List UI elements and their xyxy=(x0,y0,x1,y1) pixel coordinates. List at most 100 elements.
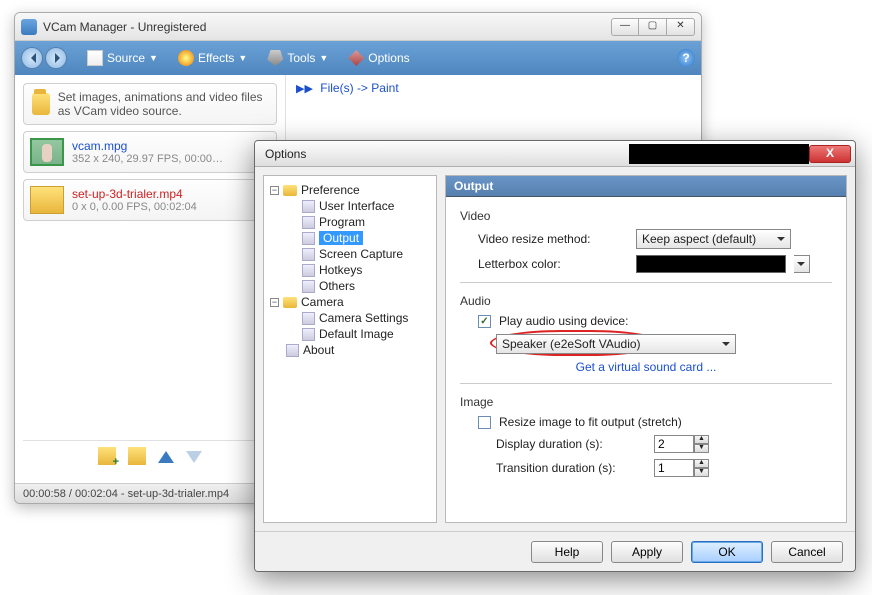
transition-duration-spinner[interactable]: ▲▼ xyxy=(654,459,709,477)
tree-item-others[interactable]: Others xyxy=(268,278,432,294)
file-item-1[interactable]: set-up-3d-trialer.mp4 0 x 0, 0.00 FPS, 0… xyxy=(23,179,277,221)
file-meta: 352 x 240, 29.97 FPS, 00:00… xyxy=(72,153,223,165)
letterbox-color-dropdown[interactable] xyxy=(794,255,810,273)
effects-icon xyxy=(178,50,194,66)
transition-duration-input[interactable] xyxy=(654,459,694,477)
dialog-close-button[interactable]: X xyxy=(809,145,851,163)
resize-image-label: Resize image to fit output (stretch) xyxy=(499,415,682,429)
titlebar[interactable]: VCam Manager - Unregistered — ▢ ✕ xyxy=(15,13,701,41)
close-button[interactable]: ✕ xyxy=(667,18,695,36)
dialog-title: Options xyxy=(265,147,609,161)
content-pane: Output Video Video resize method: Keep a… xyxy=(445,175,847,523)
info-icon xyxy=(286,344,299,357)
tree-node-preference[interactable]: − Preference xyxy=(268,182,432,198)
move-up-button[interactable] xyxy=(158,443,174,463)
spin-up-button[interactable]: ▲ xyxy=(694,435,709,444)
tools-icon xyxy=(267,50,283,66)
apply-button[interactable]: Apply xyxy=(611,541,683,563)
options-dialog: Options X − Preference User Interface Pro… xyxy=(254,140,856,572)
leaf-icon xyxy=(302,200,315,213)
page-icon xyxy=(87,50,103,66)
toolbar-effects[interactable]: Effects▼ xyxy=(168,41,257,75)
tree-label: Screen Capture xyxy=(319,247,403,261)
leaf-icon xyxy=(302,264,315,277)
options-icon xyxy=(348,50,364,66)
display-duration-spinner[interactable]: ▲▼ xyxy=(654,435,709,453)
nav-forward-button[interactable] xyxy=(45,47,67,69)
tree-item-hotkeys[interactable]: Hotkeys xyxy=(268,262,432,278)
leaf-icon xyxy=(302,280,315,293)
file-meta: 0 x 0, 0.00 FPS, 00:02:04 xyxy=(72,201,197,213)
toolbar-tools[interactable]: Tools▼ xyxy=(257,41,338,75)
tree-label: Preference xyxy=(301,183,360,197)
letterbox-color-label: Letterbox color: xyxy=(478,257,628,271)
display-duration-label: Display duration (s): xyxy=(496,437,646,451)
toolbar-tools-label: Tools xyxy=(287,51,315,65)
toolbar: Source▼ Effects▼ Tools▼ Options ? xyxy=(15,41,701,75)
tree-label: Camera xyxy=(301,295,344,309)
virtual-sound-card-link[interactable]: Get a virtual sound card ... xyxy=(460,360,832,374)
dialog-button-bar: Help Apply OK Cancel xyxy=(255,531,855,571)
group-label-audio: Audio xyxy=(460,294,832,308)
tree-item-default-image[interactable]: Default Image xyxy=(268,326,432,342)
tree-item-user-interface[interactable]: User Interface xyxy=(268,198,432,214)
toolbar-options-label: Options xyxy=(368,51,409,65)
tree-label: Output xyxy=(319,231,363,245)
play-audio-label: Play audio using device: xyxy=(499,314,628,328)
leaf-icon xyxy=(302,248,315,261)
maximize-button[interactable]: ▢ xyxy=(639,18,667,36)
file-item-0[interactable]: vcam.mpg 352 x 240, 29.97 FPS, 00:00… xyxy=(23,131,277,173)
spin-down-button[interactable]: ▼ xyxy=(694,444,709,453)
tree-label: User Interface xyxy=(319,199,394,213)
leaf-icon xyxy=(302,312,315,325)
display-duration-input[interactable] xyxy=(654,435,694,453)
tree-node-camera[interactable]: − Camera xyxy=(268,294,432,310)
breadcrumb-sep: -> xyxy=(357,81,368,95)
divider xyxy=(460,383,832,384)
play-audio-checkbox[interactable]: ✓ xyxy=(478,315,491,328)
resize-image-checkbox[interactable] xyxy=(478,416,491,429)
ok-button[interactable]: OK xyxy=(691,541,763,563)
help-button[interactable]: Help xyxy=(531,541,603,563)
breadcrumb-item[interactable]: Paint xyxy=(371,81,398,95)
leaf-icon xyxy=(302,232,315,245)
tree-item-screen-capture[interactable]: Screen Capture xyxy=(268,246,432,262)
breadcrumb-item[interactable]: File(s) xyxy=(320,81,353,95)
leaf-icon xyxy=(302,328,315,341)
section-header: Output xyxy=(446,176,846,197)
tree-item-camera-settings[interactable]: Camera Settings xyxy=(268,310,432,326)
move-down-button[interactable] xyxy=(186,451,202,471)
tree-label: Hotkeys xyxy=(319,263,362,277)
toolbar-options[interactable]: Options xyxy=(338,41,419,75)
collapse-icon[interactable]: − xyxy=(270,186,279,195)
toolbar-source[interactable]: Source▼ xyxy=(77,41,168,75)
minimize-button[interactable]: — xyxy=(611,18,639,36)
tree-label: Program xyxy=(319,215,365,229)
file-thumb-icon xyxy=(30,138,64,166)
dialog-titlebar[interactable]: Options X xyxy=(255,141,855,167)
tree-item-about[interactable]: About xyxy=(268,342,432,358)
spin-down-button[interactable]: ▼ xyxy=(694,468,709,477)
left-panel: Set images, animations and video files a… xyxy=(15,75,285,483)
file-name: set-up-3d-trialer.mp4 xyxy=(72,187,197,201)
help-button[interactable]: ? xyxy=(677,49,695,67)
tree-item-program[interactable]: Program xyxy=(268,214,432,230)
folder-icon xyxy=(32,93,50,115)
transition-duration-label: Transition duration (s): xyxy=(496,461,646,475)
cancel-button[interactable]: Cancel xyxy=(771,541,843,563)
resize-method-select[interactable]: Keep aspect (default) xyxy=(636,229,791,249)
app-icon xyxy=(21,19,37,35)
nav-back-button[interactable] xyxy=(21,47,43,69)
redacted-area xyxy=(629,144,809,164)
letterbox-color-swatch[interactable] xyxy=(636,255,786,273)
remove-file-button[interactable] xyxy=(128,447,146,465)
folder-icon xyxy=(283,185,297,196)
divider xyxy=(460,282,832,283)
tree-item-output[interactable]: Output xyxy=(268,230,432,246)
tree-label: About xyxy=(303,343,334,357)
audio-device-select[interactable]: Speaker (e2eSoft VAudio) xyxy=(496,334,736,354)
collapse-icon[interactable]: − xyxy=(270,298,279,307)
spin-up-button[interactable]: ▲ xyxy=(694,459,709,468)
add-file-button[interactable] xyxy=(98,447,116,465)
breadcrumb: ▶▶ File(s) -> Paint xyxy=(296,81,691,95)
